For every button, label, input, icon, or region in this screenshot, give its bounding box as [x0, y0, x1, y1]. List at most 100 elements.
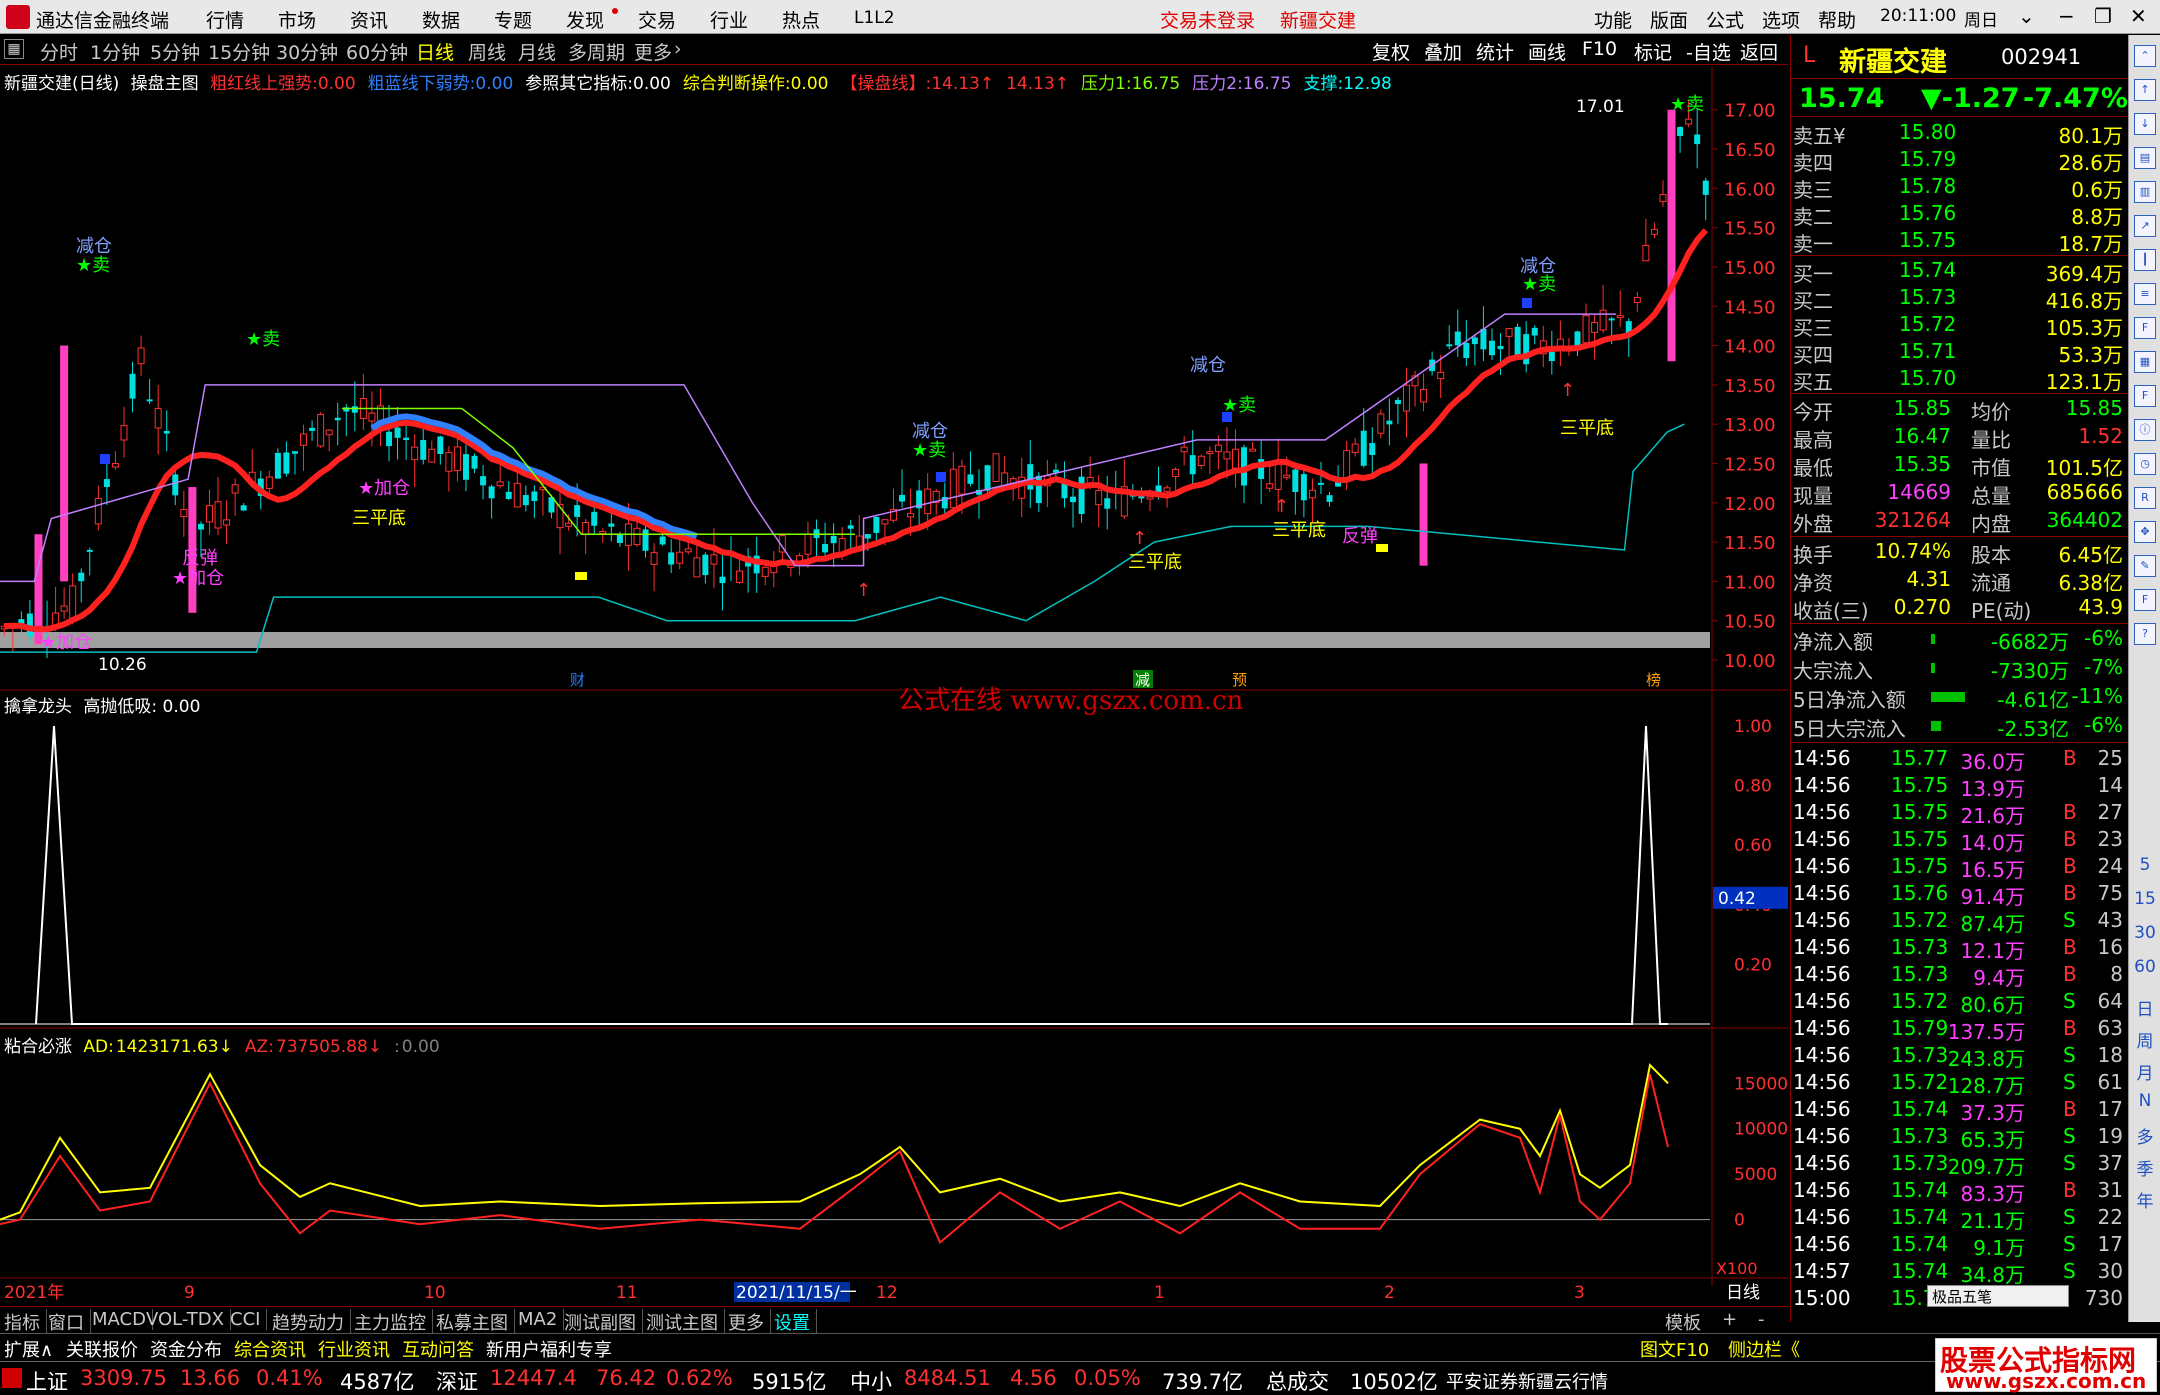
menu-shichang[interactable]: 市场	[278, 6, 316, 33]
indicator-tab[interactable]: CCI	[230, 1309, 268, 1330]
clock-icon[interactable]: ◷	[2134, 453, 2156, 475]
info-tab[interactable]: 关联报价	[66, 1336, 138, 1362]
menu-l1l2[interactable]: L1L2	[854, 8, 895, 28]
btn-diejia[interactable]: 叠加	[1424, 38, 1462, 65]
indicator-tab[interactable]: 主力监控	[354, 1309, 433, 1335]
period-label-button[interactable]: 月	[2129, 1059, 2160, 1084]
arrow-down-icon[interactable]: ↓	[2134, 113, 2156, 135]
info-tab[interactable]: 行业资讯	[318, 1336, 390, 1362]
btn-fuquan[interactable]: 复权	[1372, 38, 1410, 65]
indicator-tab[interactable]: 设置	[774, 1309, 817, 1335]
indicator-tab[interactable]: 测试主图	[646, 1309, 725, 1335]
menu-bangzhu[interactable]: 帮助	[1818, 6, 1856, 33]
period-daily[interactable]: 日线	[416, 38, 454, 65]
period-label-button[interactable]: 多	[2129, 1123, 2160, 1148]
period-label-button[interactable]: 日	[2129, 995, 2160, 1020]
period-num-button[interactable]: 15	[2129, 889, 2160, 909]
indicator-tab[interactable]: 趋势动力	[272, 1309, 351, 1335]
ask-price[interactable]: 15.79	[1899, 147, 1956, 171]
arrow-up-icon[interactable]: ↑	[2134, 79, 2156, 101]
info-tab[interactable]: 新用户福利专享	[486, 1336, 612, 1362]
period-multi[interactable]: 多周期	[568, 38, 625, 65]
fs-icon[interactable]: F	[2134, 385, 2156, 407]
indicator-tab[interactable]: 更多	[728, 1309, 771, 1335]
period-num-button[interactable]: 30	[2129, 923, 2160, 943]
minimize-icon[interactable]: −	[2058, 4, 2075, 28]
period-more[interactable]: 更多	[634, 38, 672, 65]
menu-shuju[interactable]: 数据	[422, 6, 460, 33]
indicator-tab[interactable]: MACD	[92, 1309, 153, 1330]
template-button[interactable]: 模板	[1665, 1309, 1701, 1335]
f10-icon[interactable]: F	[2134, 317, 2156, 339]
period-label-button[interactable]: N	[2129, 1091, 2160, 1111]
legend-indicator[interactable]: 操盘主图	[131, 74, 199, 94]
menu-gongshi[interactable]: 公式	[1706, 6, 1744, 33]
sidebar-toggle[interactable]: 侧边栏《	[1728, 1336, 1800, 1362]
menu-faxian[interactable]: 发现	[566, 6, 604, 33]
list-icon[interactable]: ≡	[2134, 283, 2156, 305]
btn-fanhui[interactable]: 返回	[1740, 38, 1778, 65]
btn-f10[interactable]: F10	[1582, 38, 1617, 60]
grid-icon[interactable]: ▦	[2134, 351, 2156, 373]
period-num-button[interactable]: 5	[2129, 855, 2160, 875]
chevron-down-icon[interactable]: ⌄	[2018, 4, 2035, 28]
period-5min[interactable]: 5分钟	[150, 38, 200, 65]
flag-cai[interactable]: 财	[570, 671, 585, 689]
period-30min[interactable]: 30分钟	[276, 38, 338, 65]
chevron-right-icon[interactable]: ›	[674, 38, 682, 60]
close-icon[interactable]: ✕	[2130, 4, 2147, 28]
indicator-tab[interactable]: 指标	[4, 1309, 47, 1335]
period-fenshi[interactable]: 分时	[40, 38, 78, 65]
info-tab[interactable]: 互动问答	[402, 1336, 474, 1362]
bid-price[interactable]: 15.73	[1899, 285, 1956, 309]
bid-price[interactable]: 15.72	[1899, 312, 1956, 336]
btn-zixuan[interactable]: -自选	[1686, 38, 1731, 65]
menu-banmian[interactable]: 版面	[1650, 6, 1688, 33]
bid-price[interactable]: 15.71	[1899, 339, 1956, 363]
grid-icon[interactable]: ▦	[4, 39, 24, 59]
indicator-tab[interactable]: 私募主图	[436, 1309, 515, 1335]
bar-icon[interactable]: ▥	[2134, 181, 2156, 203]
menu-hangye[interactable]: 行业	[710, 6, 748, 33]
bid-price[interactable]: 15.70	[1899, 366, 1956, 390]
pen-icon[interactable]: ✎	[2134, 555, 2156, 577]
indicator-tab[interactable]: VOL-TDX	[146, 1309, 231, 1330]
period-label-button[interactable]: 周	[2129, 1027, 2160, 1052]
info-tab[interactable]: 扩展∧	[4, 1336, 53, 1362]
menu-zhuanti[interactable]: 专题	[494, 6, 532, 33]
info-tab[interactable]: 资金分布	[150, 1336, 222, 1362]
period-label-button[interactable]: 季	[2129, 1155, 2160, 1180]
help-icon[interactable]: ?	[2134, 623, 2156, 645]
menu-gongneng[interactable]: 功能	[1594, 6, 1632, 33]
restore-icon[interactable]: ❐	[2094, 4, 2112, 28]
ask-price[interactable]: 15.75	[1899, 228, 1956, 252]
sub2-name[interactable]: 粘合必涨	[4, 1037, 72, 1057]
indicator-tab[interactable]: 测试副图	[564, 1309, 643, 1335]
ime-toolbar[interactable]: 极品五笔	[1927, 1285, 2069, 1307]
info-icon[interactable]: ⓘ	[2134, 419, 2156, 441]
login-status[interactable]: 交易未登录	[1160, 6, 1255, 33]
menu-jiaoyi[interactable]: 交易	[638, 6, 676, 33]
ask-price[interactable]: 15.76	[1899, 201, 1956, 225]
period-monthly[interactable]: 月线	[518, 38, 556, 65]
period-1min[interactable]: 1分钟	[90, 38, 140, 65]
move-icon[interactable]: ✥	[2134, 521, 2156, 543]
btn-biaoji[interactable]: 标记	[1634, 38, 1672, 65]
kline-icon[interactable]: ┃	[2134, 249, 2156, 271]
menu-zixun[interactable]: 资讯	[350, 6, 388, 33]
period-15min[interactable]: 15分钟	[208, 38, 270, 65]
menu-hangqing[interactable]: 行情	[206, 6, 244, 33]
fs2-icon[interactable]: F	[2134, 589, 2156, 611]
period-60min[interactable]: 60分钟	[346, 38, 408, 65]
remove-pane-button[interactable]: -	[1758, 1309, 1765, 1330]
btn-huaxian[interactable]: 画线	[1528, 38, 1566, 65]
f10-button[interactable]: 图文F10	[1640, 1336, 1709, 1362]
indicator-tab[interactable]: MA2	[518, 1309, 565, 1330]
flag-bang[interactable]: 榜	[1646, 671, 1661, 689]
chart-icon[interactable]: ▤	[2134, 147, 2156, 169]
chevron-up-icon[interactable]: ⌃	[2134, 45, 2156, 67]
btn-tongji[interactable]: 统计	[1476, 38, 1514, 65]
indicator-tab[interactable]: 窗口	[48, 1309, 91, 1335]
trend-icon[interactable]: ↗	[2134, 215, 2156, 237]
ask-price[interactable]: 15.80	[1899, 120, 1956, 144]
